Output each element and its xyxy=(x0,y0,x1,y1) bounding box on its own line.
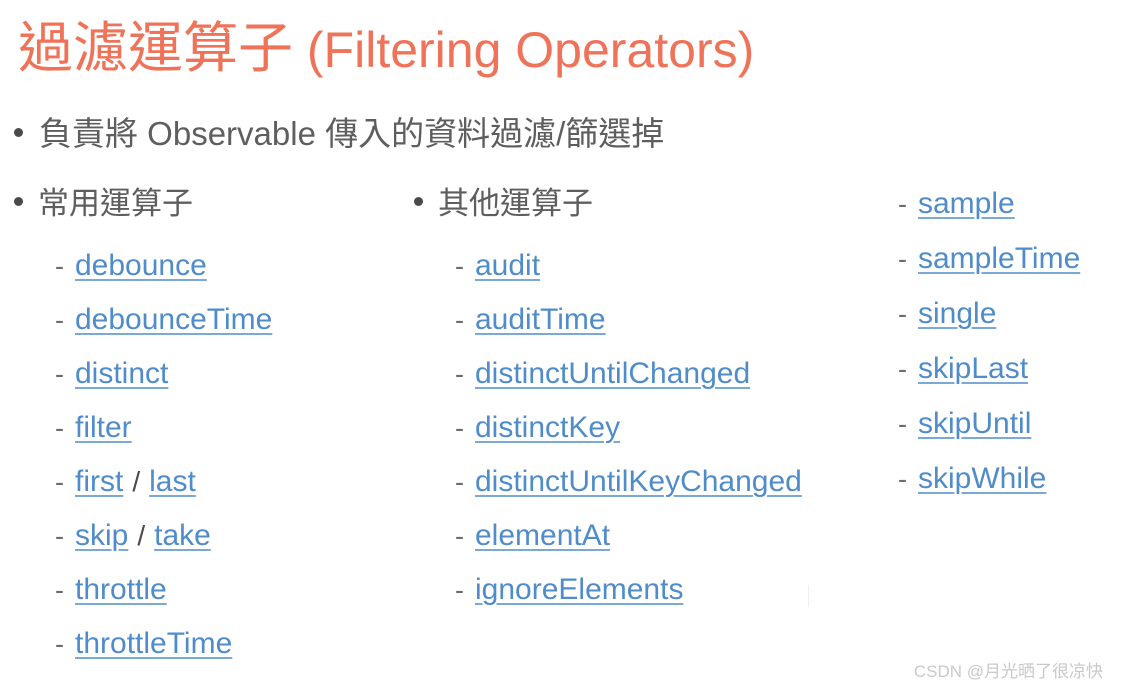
list-dash-marker: - xyxy=(898,244,907,274)
operator-link[interactable]: debounceTime xyxy=(75,293,272,347)
page-title: 過濾運算子 (Filtering Operators) xyxy=(18,12,754,86)
operator-list-item: - skipWhile xyxy=(892,451,1080,506)
operator-list-item: - distinctUntilKeyChanged xyxy=(414,455,802,509)
operator-link[interactable]: audit xyxy=(475,239,540,293)
operator-column-common: 常用運算子 - debounce - debounceTime - distinct - fi… xyxy=(14,183,272,671)
operator-separator: / xyxy=(137,520,146,551)
operator-link[interactable]: throttle xyxy=(75,563,167,617)
list-dash-marker: - xyxy=(455,251,464,281)
page-title-english: (Filtering Operators) xyxy=(293,22,755,78)
operator-link[interactable]: filter xyxy=(75,401,132,455)
operator-link[interactable]: first xyxy=(75,455,123,509)
operator-list-item: - filter xyxy=(14,401,272,455)
operator-list-item: - distinct xyxy=(14,347,272,401)
operator-link[interactable]: distinctKey xyxy=(475,401,620,455)
operator-list-item: - sampleTime xyxy=(892,231,1080,286)
operator-list-item: - throttle xyxy=(14,563,272,617)
column-heading-label: 其他運算子 xyxy=(438,186,593,221)
operator-link[interactable]: sample xyxy=(918,176,1015,231)
operator-list-item: - skip / take xyxy=(14,509,272,563)
list-dash-marker: - xyxy=(455,575,464,605)
operator-list-item: - debounce xyxy=(14,239,272,293)
operator-link[interactable]: skipUntil xyxy=(918,396,1031,451)
operator-link[interactable]: skipLast xyxy=(918,341,1028,396)
operator-link[interactable]: throttleTime xyxy=(75,617,232,671)
operator-separator: / xyxy=(132,466,141,497)
list-dash-marker: - xyxy=(55,521,64,551)
list-dash-marker: - xyxy=(455,467,464,497)
bullet-dot-icon xyxy=(414,197,423,206)
list-dash-marker: - xyxy=(55,575,64,605)
list-dash-marker: - xyxy=(55,359,64,389)
list-dash-marker: - xyxy=(898,299,907,329)
operator-list-item: - auditTime xyxy=(414,293,802,347)
lead-bullet-line: 負責將 Observable 傳入的資料過濾/篩選掉 xyxy=(14,112,664,156)
operator-list-item: - first / last xyxy=(14,455,272,509)
operator-link[interactable]: single xyxy=(918,286,996,341)
list-dash-marker: - xyxy=(455,359,464,389)
operator-link[interactable]: ignoreElements xyxy=(475,563,683,617)
list-dash-marker: - xyxy=(898,464,907,494)
operator-link[interactable]: auditTime xyxy=(475,293,606,347)
operator-column-other-overflow: - sample - sampleTime - single - skipLast - skipU… xyxy=(892,176,1080,506)
operator-link[interactable]: distinctUntilChanged xyxy=(475,347,750,401)
operator-list-other: - audit - auditTime - distinctUntilChanged - di… xyxy=(414,239,802,617)
operator-list-item: - throttleTime xyxy=(14,617,272,671)
list-dash-marker: - xyxy=(898,354,907,384)
bullet-dot-icon xyxy=(14,197,23,206)
operator-column-other: 其他運算子 - audit - auditTime - distinctUntilChan… xyxy=(414,183,802,617)
operator-list-item: - single xyxy=(892,286,1080,341)
operator-link[interactable]: last xyxy=(149,455,196,509)
operator-link[interactable]: elementAt xyxy=(475,509,610,563)
slide-canvas: 過濾運算子 (Filtering Operators) 負責將 Observab… xyxy=(0,0,1121,692)
operator-link[interactable]: sampleTime xyxy=(918,231,1080,286)
operator-link[interactable]: skipWhile xyxy=(918,451,1046,506)
list-dash-marker: - xyxy=(455,521,464,551)
column-heading-other: 其他運算子 xyxy=(414,183,802,225)
list-dash-marker: - xyxy=(55,629,64,659)
operator-list-item: - ignoreElements xyxy=(414,563,802,617)
column-heading-label: 常用運算子 xyxy=(38,186,193,221)
operator-list-item: - distinctUntilChanged xyxy=(414,347,802,401)
stray-mark-artifact xyxy=(808,585,809,607)
list-dash-marker: - xyxy=(55,305,64,335)
operator-link[interactable]: debounce xyxy=(75,239,207,293)
list-dash-marker: - xyxy=(55,251,64,281)
operator-list-item: - distinctKey xyxy=(414,401,802,455)
operator-link[interactable]: skip xyxy=(75,509,128,563)
operator-list-item: - elementAt xyxy=(414,509,802,563)
operator-link[interactable]: take xyxy=(154,509,211,563)
operator-list-common: - debounce - debounceTime - distinct - filter - f… xyxy=(14,239,272,671)
operator-list-item: - debounceTime xyxy=(14,293,272,347)
page-title-cjk: 過濾運算子 xyxy=(18,17,294,79)
watermark-label: CSDN @月光晒了很凉快 xyxy=(913,662,1103,681)
list-dash-marker: - xyxy=(898,189,907,219)
list-dash-marker: - xyxy=(455,413,464,443)
list-dash-marker: - xyxy=(55,467,64,497)
operator-list-item: - sample xyxy=(892,176,1080,231)
operator-link[interactable]: distinctUntilKeyChanged xyxy=(475,455,802,509)
bullet-dot-icon xyxy=(14,128,23,137)
column-heading-common: 常用運算子 xyxy=(14,183,272,225)
list-dash-marker: - xyxy=(455,305,464,335)
lead-bullet-text: 負責將 Observable 傳入的資料過濾/篩選掉 xyxy=(39,115,665,152)
list-dash-marker: - xyxy=(898,409,907,439)
list-dash-marker: - xyxy=(55,413,64,443)
operator-link[interactable]: distinct xyxy=(75,347,168,401)
operator-list-item: - audit xyxy=(414,239,802,293)
operator-list-other-overflow: - sample - sampleTime - single - skipLast - skipU… xyxy=(892,176,1080,506)
operator-list-item: - skipUntil xyxy=(892,396,1080,451)
operator-list-item: - skipLast xyxy=(892,341,1080,396)
